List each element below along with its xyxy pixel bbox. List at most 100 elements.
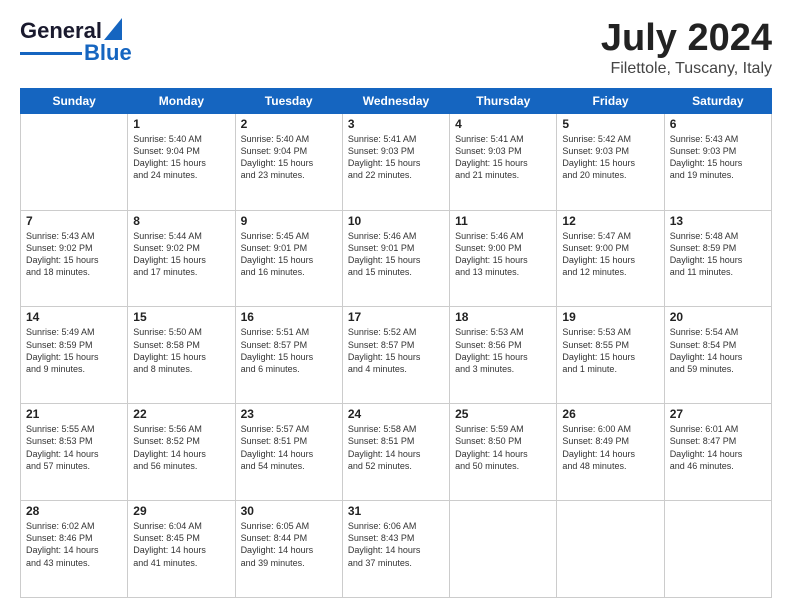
day-number: 27 — [670, 407, 766, 421]
calendar-day-header: Monday — [128, 88, 235, 113]
calendar-cell: 16Sunrise: 5:51 AM Sunset: 8:57 PM Dayli… — [235, 307, 342, 404]
calendar-cell: 6 Sunrise: 5:43 AM Sunset: 9:03 PM Daylig… — [664, 113, 771, 210]
day-number: 11 — [455, 214, 551, 228]
cell-content: Sunrise: 6:00 AM Sunset: 8:49 PM Dayligh… — [562, 423, 658, 472]
calendar-cell: 31Sunrise: 6:06 AM Sunset: 8:43 PM Dayli… — [342, 501, 449, 598]
day-number: 20 — [670, 310, 766, 324]
cell-content: Sunrise: 5:49 AM Sunset: 8:59 PM Dayligh… — [26, 326, 122, 375]
day-number: 5 — [562, 117, 658, 131]
calendar-cell: 13Sunrise: 5:48 AM Sunset: 8:59 PM Dayli… — [664, 210, 771, 307]
cell-content: Sunrise: 5:58 AM Sunset: 8:51 PM Dayligh… — [348, 423, 444, 472]
day-number: 19 — [562, 310, 658, 324]
calendar-cell: 12 Sunrise: 5:47 AM Sunset: 9:00 PM Dayli… — [557, 210, 664, 307]
month-title: July 2024 — [601, 18, 772, 60]
cell-content: Sunrise: 5:52 AM Sunset: 8:57 PM Dayligh… — [348, 326, 444, 375]
day-number: 8 — [133, 214, 229, 228]
day-number: 28 — [26, 504, 122, 518]
calendar-cell — [450, 501, 557, 598]
cell-content: Sunrise: 5:56 AM Sunset: 8:52 PM Dayligh… — [133, 423, 229, 472]
day-number: 22 — [133, 407, 229, 421]
cell-content: Sunrise: 5:46 AM Sunset: 9:01 PM Dayligh… — [348, 230, 444, 279]
page: General Blue July 2024 Filettole, Tuscan… — [0, 0, 792, 612]
calendar-cell: 5 Sunrise: 5:42 AM Sunset: 9:03 PM Daylig… — [557, 113, 664, 210]
calendar-cell: 7 Sunrise: 5:43 AM Sunset: 9:02 PM Daylig… — [21, 210, 128, 307]
cell-content: Sunrise: 5:42 AM Sunset: 9:03 PM Dayligh… — [562, 133, 658, 182]
calendar-cell: 1 Sunrise: 5:40 AM Sunset: 9:04 PM Daylig… — [128, 113, 235, 210]
calendar-cell: 29 Sunrise: 6:04 AM Sunset: 8:45 PM Dayli… — [128, 501, 235, 598]
day-number: 25 — [455, 407, 551, 421]
day-number: 9 — [241, 214, 337, 228]
calendar-day-header: Thursday — [450, 88, 557, 113]
location-title: Filettole, Tuscany, Italy — [601, 60, 772, 78]
day-number: 7 — [26, 214, 122, 228]
calendar-week-row: 1 Sunrise: 5:40 AM Sunset: 9:04 PM Daylig… — [21, 113, 772, 210]
cell-content: Sunrise: 5:45 AM Sunset: 9:01 PM Dayligh… — [241, 230, 337, 279]
calendar-cell: 22 Sunrise: 5:56 AM Sunset: 8:52 PM Dayli… — [128, 404, 235, 501]
day-number: 17 — [348, 310, 444, 324]
calendar-week-row: 28 Sunrise: 6:02 AM Sunset: 8:46 PM Dayli… — [21, 501, 772, 598]
cell-content: Sunrise: 5:50 AM Sunset: 8:58 PM Dayligh… — [133, 326, 229, 375]
day-number: 29 — [133, 504, 229, 518]
calendar-cell: 23Sunrise: 5:57 AM Sunset: 8:51 PM Dayli… — [235, 404, 342, 501]
cell-content: Sunrise: 5:41 AM Sunset: 9:03 PM Dayligh… — [455, 133, 551, 182]
day-number: 14 — [26, 310, 122, 324]
day-number: 1 — [133, 117, 229, 131]
calendar-cell: 18 Sunrise: 5:53 AM Sunset: 8:56 PM Dayli… — [450, 307, 557, 404]
cell-content: Sunrise: 5:41 AM Sunset: 9:03 PM Dayligh… — [348, 133, 444, 182]
calendar-cell — [21, 113, 128, 210]
day-number: 18 — [455, 310, 551, 324]
cell-content: Sunrise: 5:46 AM Sunset: 9:00 PM Dayligh… — [455, 230, 551, 279]
day-number: 6 — [670, 117, 766, 131]
calendar-cell: 20 Sunrise: 5:54 AM Sunset: 8:54 PM Dayli… — [664, 307, 771, 404]
cell-content: Sunrise: 6:04 AM Sunset: 8:45 PM Dayligh… — [133, 520, 229, 569]
day-number: 30 — [241, 504, 337, 518]
day-number: 13 — [670, 214, 766, 228]
day-number: 31 — [348, 504, 444, 518]
day-number: 15 — [133, 310, 229, 324]
day-number: 21 — [26, 407, 122, 421]
calendar-cell — [664, 501, 771, 598]
calendar-cell: 4 Sunrise: 5:41 AM Sunset: 9:03 PM Daylig… — [450, 113, 557, 210]
calendar-day-header: Tuesday — [235, 88, 342, 113]
calendar-cell: 30 Sunrise: 6:05 AM Sunset: 8:44 PM Dayli… — [235, 501, 342, 598]
calendar-header-row: SundayMondayTuesdayWednesdayThursdayFrid… — [21, 88, 772, 113]
day-number: 24 — [348, 407, 444, 421]
logo-icon — [104, 18, 122, 40]
cell-content: Sunrise: 5:43 AM Sunset: 9:03 PM Dayligh… — [670, 133, 766, 182]
calendar-cell: 10Sunrise: 5:46 AM Sunset: 9:01 PM Dayli… — [342, 210, 449, 307]
calendar-day-header: Sunday — [21, 88, 128, 113]
cell-content: Sunrise: 6:05 AM Sunset: 8:44 PM Dayligh… — [241, 520, 337, 569]
calendar-cell: 26Sunrise: 6:00 AM Sunset: 8:49 PM Dayli… — [557, 404, 664, 501]
calendar-day-header: Wednesday — [342, 88, 449, 113]
calendar-cell: 3Sunrise: 5:41 AM Sunset: 9:03 PM Daylig… — [342, 113, 449, 210]
calendar-day-header: Friday — [557, 88, 664, 113]
calendar-cell: 17 Sunrise: 5:52 AM Sunset: 8:57 PM Dayli… — [342, 307, 449, 404]
cell-content: Sunrise: 5:59 AM Sunset: 8:50 PM Dayligh… — [455, 423, 551, 472]
logo-blue: Blue — [84, 40, 132, 66]
cell-content: Sunrise: 6:02 AM Sunset: 8:46 PM Dayligh… — [26, 520, 122, 569]
title-section: July 2024 Filettole, Tuscany, Italy — [601, 18, 772, 78]
calendar-cell: 25 Sunrise: 5:59 AM Sunset: 8:50 PM Dayli… — [450, 404, 557, 501]
cell-content: Sunrise: 5:40 AM Sunset: 9:04 PM Dayligh… — [133, 133, 229, 182]
cell-content: Sunrise: 5:43 AM Sunset: 9:02 PM Dayligh… — [26, 230, 122, 279]
day-number: 12 — [562, 214, 658, 228]
cell-content: Sunrise: 5:47 AM Sunset: 9:00 PM Dayligh… — [562, 230, 658, 279]
calendar-week-row: 7 Sunrise: 5:43 AM Sunset: 9:02 PM Daylig… — [21, 210, 772, 307]
calendar-body: 1 Sunrise: 5:40 AM Sunset: 9:04 PM Daylig… — [21, 113, 772, 597]
calendar-week-row: 21Sunrise: 5:55 AM Sunset: 8:53 PM Dayli… — [21, 404, 772, 501]
cell-content: Sunrise: 6:01 AM Sunset: 8:47 PM Dayligh… — [670, 423, 766, 472]
day-number: 16 — [241, 310, 337, 324]
cell-content: Sunrise: 5:53 AM Sunset: 8:55 PM Dayligh… — [562, 326, 658, 375]
cell-content: Sunrise: 5:54 AM Sunset: 8:54 PM Dayligh… — [670, 326, 766, 375]
logo: General Blue — [20, 18, 132, 66]
calendar-cell: 14 Sunrise: 5:49 AM Sunset: 8:59 PM Dayli… — [21, 307, 128, 404]
calendar-cell: 27 Sunrise: 6:01 AM Sunset: 8:47 PM Dayli… — [664, 404, 771, 501]
calendar-cell — [557, 501, 664, 598]
day-number: 4 — [455, 117, 551, 131]
calendar-cell: 19 Sunrise: 5:53 AM Sunset: 8:55 PM Dayli… — [557, 307, 664, 404]
calendar-cell: 21Sunrise: 5:55 AM Sunset: 8:53 PM Dayli… — [21, 404, 128, 501]
header: General Blue July 2024 Filettole, Tuscan… — [20, 18, 772, 78]
day-number: 23 — [241, 407, 337, 421]
cell-content: Sunrise: 5:53 AM Sunset: 8:56 PM Dayligh… — [455, 326, 551, 375]
calendar-cell: 9 Sunrise: 5:45 AM Sunset: 9:01 PM Daylig… — [235, 210, 342, 307]
